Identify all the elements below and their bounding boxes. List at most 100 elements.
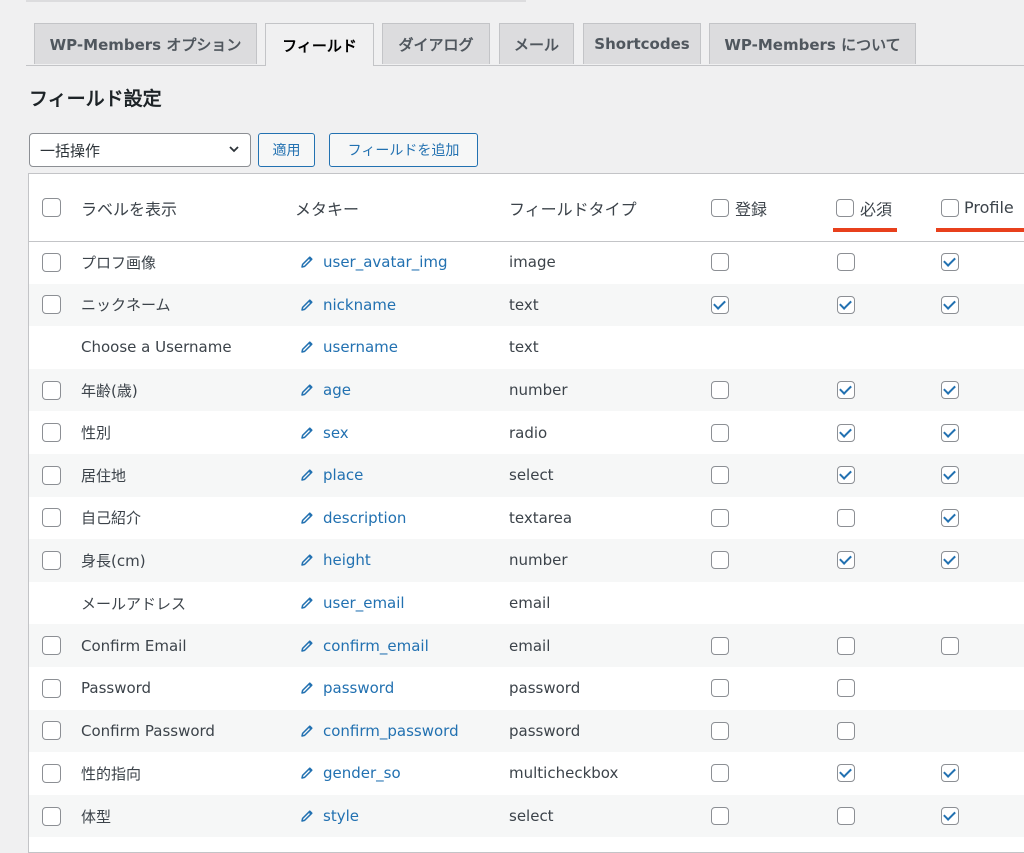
- register-all-checkbox[interactable]: [711, 198, 729, 217]
- row-select-checkbox[interactable]: [42, 678, 61, 698]
- row-select-cell: [42, 411, 61, 454]
- profile-cell: [941, 752, 959, 795]
- meta-key-link[interactable]: sex: [299, 424, 349, 442]
- profile-cell: [941, 454, 959, 497]
- register-checkbox[interactable]: [711, 381, 729, 400]
- meta-key-link[interactable]: age: [299, 381, 351, 399]
- field-type: multicheckbox: [509, 764, 619, 783]
- row-select-checkbox[interactable]: [42, 295, 61, 315]
- register-checkbox[interactable]: [711, 764, 729, 783]
- row-select-checkbox[interactable]: [42, 252, 61, 272]
- required-checkbox[interactable]: [837, 721, 855, 740]
- meta-key-link[interactable]: gender_so: [299, 764, 401, 782]
- required-cell: [837, 241, 855, 284]
- meta-key-link[interactable]: style: [299, 807, 359, 825]
- select-all-cell: [42, 174, 61, 241]
- tab-wp-members-options[interactable]: WP-Members オプション: [34, 23, 257, 64]
- profile-checkbox[interactable]: [941, 551, 959, 570]
- settings-tabs: WP-Members オプション フィールド ダイアログ メール Shortco…: [26, 23, 1024, 66]
- register-checkbox[interactable]: [711, 423, 729, 442]
- header-profile-label: Profile: [964, 198, 1014, 217]
- meta-key-link[interactable]: user_email: [299, 594, 405, 612]
- meta-key-cell: password: [299, 667, 394, 710]
- profile-checkbox[interactable]: [941, 253, 959, 272]
- required-checkbox[interactable]: [837, 679, 855, 698]
- required-checkbox[interactable]: [837, 764, 855, 783]
- profile-checkbox[interactable]: [941, 807, 959, 826]
- tab-shortcodes[interactable]: Shortcodes: [583, 23, 701, 64]
- register-checkbox[interactable]: [711, 807, 729, 826]
- row-select-checkbox[interactable]: [42, 636, 61, 656]
- meta-key-link[interactable]: place: [299, 466, 363, 484]
- profile-checkbox[interactable]: [941, 508, 959, 527]
- profile-checkbox[interactable]: [941, 381, 959, 400]
- profile-checkbox[interactable]: [941, 466, 959, 485]
- required-checkbox[interactable]: [837, 466, 855, 485]
- profile-cell: [941, 411, 959, 454]
- meta-key-cell: user_email: [299, 582, 405, 625]
- register-checkbox[interactable]: [711, 253, 729, 272]
- register-checkbox[interactable]: [711, 721, 729, 740]
- row-select-checkbox[interactable]: [42, 550, 61, 570]
- register-checkbox[interactable]: [711, 466, 729, 485]
- profile-cell: [941, 369, 959, 412]
- tab-dialogs[interactable]: ダイアログ: [382, 23, 490, 64]
- tab-fields[interactable]: フィールド: [265, 23, 374, 66]
- row-select-checkbox[interactable]: [42, 763, 61, 783]
- profile-checkbox[interactable]: [941, 423, 959, 442]
- header-register: 登録: [711, 174, 767, 241]
- meta-key-text: description: [323, 508, 407, 527]
- required-checkbox[interactable]: [837, 381, 855, 400]
- profile-checkbox[interactable]: [941, 295, 959, 314]
- profile-cell: [941, 539, 959, 582]
- field-label: 性別: [81, 424, 112, 443]
- required-checkbox[interactable]: [837, 295, 855, 314]
- table-row: メールアドレス user_email email: [29, 582, 1024, 625]
- field-label: 自己紹介: [81, 509, 142, 528]
- row-select-checkbox[interactable]: [42, 380, 61, 400]
- row-select-checkbox[interactable]: [42, 508, 61, 528]
- required-checkbox[interactable]: [837, 551, 855, 570]
- required-all-checkbox[interactable]: [836, 198, 854, 217]
- select-all-checkbox[interactable]: [42, 198, 61, 217]
- meta-key-link[interactable]: password: [299, 679, 394, 697]
- field-label: メールアドレス: [81, 594, 187, 613]
- meta-key-link[interactable]: description: [299, 509, 406, 527]
- required-checkbox[interactable]: [837, 253, 855, 272]
- required-checkbox[interactable]: [837, 807, 855, 826]
- profile-checkbox[interactable]: [941, 764, 959, 783]
- meta-key-text: password: [323, 679, 395, 698]
- profile-all-checkbox[interactable]: [941, 198, 959, 217]
- meta-key-link[interactable]: height: [299, 551, 371, 569]
- register-checkbox[interactable]: [711, 508, 729, 527]
- required-checkbox[interactable]: [837, 636, 855, 655]
- row-select-checkbox[interactable]: [42, 465, 61, 485]
- meta-key-cell: nickname: [299, 284, 396, 327]
- register-checkbox[interactable]: [711, 295, 729, 314]
- required-checkbox[interactable]: [837, 508, 855, 527]
- row-select-checkbox[interactable]: [42, 423, 61, 443]
- register-checkbox[interactable]: [711, 679, 729, 698]
- bulk-action-value: 一括操作: [40, 141, 101, 160]
- meta-key-cell: user_avatar_img: [299, 241, 448, 284]
- meta-key-link[interactable]: confirm_email: [299, 637, 429, 655]
- tab-about[interactable]: WP-Members について: [709, 23, 916, 64]
- meta-key-link[interactable]: username: [299, 338, 398, 356]
- meta-key-link[interactable]: user_avatar_img: [299, 253, 448, 271]
- register-checkbox[interactable]: [711, 636, 729, 655]
- bulk-action-select[interactable]: 一括操作: [29, 133, 251, 167]
- required-cell: [837, 710, 855, 753]
- add-field-button[interactable]: フィールドを追加: [329, 133, 478, 167]
- page-title: フィールド設定: [29, 88, 162, 110]
- row-select-checkbox[interactable]: [42, 721, 61, 741]
- row-select-checkbox[interactable]: [42, 806, 61, 826]
- meta-key-link[interactable]: nickname: [299, 296, 396, 314]
- required-checkbox[interactable]: [837, 423, 855, 442]
- register-checkbox[interactable]: [711, 551, 729, 570]
- field-type: radio: [509, 423, 548, 442]
- profile-checkbox[interactable]: [941, 636, 959, 655]
- tab-email[interactable]: メール: [499, 23, 574, 64]
- meta-key-link[interactable]: confirm_password: [299, 722, 459, 740]
- required-cell: [837, 667, 855, 710]
- apply-button[interactable]: 適用: [258, 133, 315, 167]
